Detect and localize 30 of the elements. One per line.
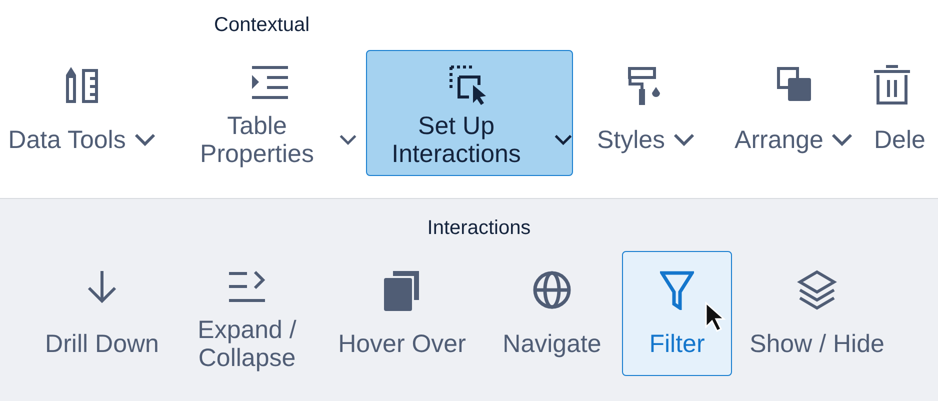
toolbar-button[interactable]: Styles (585, 50, 707, 176)
arrange-icon (775, 65, 813, 103)
ruler-icon (64, 65, 100, 103)
chevron-down-icon (554, 133, 572, 147)
toolbar-button[interactable]: Data Tools (0, 50, 168, 176)
interaction-button[interactable]: Show / Hide (732, 251, 902, 376)
chevron-down-icon (134, 133, 156, 147)
filter-icon (660, 270, 694, 310)
trash-icon (874, 65, 910, 105)
toolbar-button[interactable]: Arrange (721, 50, 867, 176)
layers-icon (797, 270, 837, 312)
chevron-down-icon (673, 133, 696, 147)
interaction-button[interactable]: Drill Down (32, 251, 172, 376)
interaction-button[interactable]: Navigate (482, 251, 622, 376)
toolbar-button[interactable]: Table Properties (182, 50, 358, 176)
toolbar-button[interactable]: Dele (873, 50, 933, 176)
group-title: Contextual (214, 14, 310, 36)
interaction-button[interactable]: Filter (622, 251, 732, 376)
indent-icon (251, 65, 289, 101)
chevron-down-icon (831, 133, 854, 147)
mouse-cursor-icon (704, 301, 726, 333)
expand-icon (228, 270, 266, 304)
toolbar-button[interactable]: Set Up Interactions (366, 50, 573, 176)
copy-icon (383, 270, 421, 312)
interaction-button[interactable]: Hover Over (322, 251, 482, 376)
interaction-button[interactable]: Expand / Collapse (172, 251, 322, 376)
group-title: Interactions (427, 216, 531, 241)
chevron-down-icon (338, 133, 357, 147)
down-arrow-icon (86, 270, 118, 304)
globe-icon (532, 270, 572, 310)
